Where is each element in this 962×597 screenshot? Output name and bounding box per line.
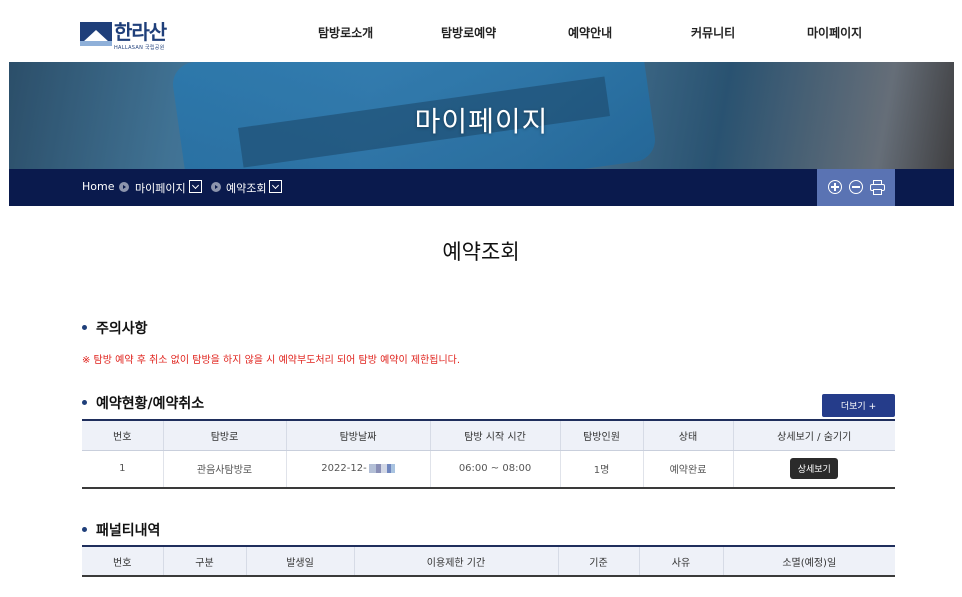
reservations-heading: 예약현황/예약취소	[82, 393, 204, 413]
nav-reservation-guide[interactable]: 예약안내	[568, 24, 612, 41]
notice-heading: 주의사항	[82, 318, 148, 338]
zoom-in-icon[interactable]	[828, 180, 843, 195]
col-date: 탐방날짜	[286, 420, 431, 451]
nav-trail-intro[interactable]: 탐방로소개	[318, 24, 373, 41]
col-detail: 상세보기 / 숨기기	[733, 420, 895, 451]
col-number: 번호	[82, 546, 164, 577]
table-header-row: 번호 구분 발생일 이용제한 기간 기준 사유 소멸(예정)일	[82, 546, 895, 577]
cell-people: 1명	[560, 450, 644, 488]
notice-heading-text: 주의사항	[96, 321, 148, 337]
col-criteria: 기준	[558, 546, 640, 577]
nav-community[interactable]: 커뮤니티	[691, 24, 735, 41]
reservations-table: 번호 탐방로 탐방날짜 탐방 시작 시간 탐방인원 상태 상세보기 / 숨기기 …	[82, 419, 895, 489]
cell-time: 06:00 ~ 08:00	[430, 450, 561, 488]
zoom-out-icon[interactable]	[849, 180, 864, 195]
col-category: 구분	[163, 546, 247, 577]
page-title: 예약조회	[442, 240, 520, 264]
col-status: 상태	[643, 420, 734, 451]
chevron-right-icon	[211, 182, 221, 192]
penalty-heading-text: 패널티내역	[96, 523, 161, 539]
view-details-button[interactable]: 상세보기	[790, 458, 839, 480]
page-tools	[817, 169, 895, 206]
banner-title: 마이페이지	[414, 105, 549, 138]
cell-status: 예약완료	[643, 450, 734, 488]
chevron-down-icon[interactable]	[269, 180, 282, 193]
cell-action: 상세보기	[733, 450, 895, 488]
col-people: 탐방인원	[560, 420, 644, 451]
bullet-icon	[82, 399, 87, 405]
penalty-table: 번호 구분 발생일 이용제한 기간 기준 사유 소멸(예정)일	[82, 545, 895, 577]
col-start-time: 탐방 시작 시간	[430, 420, 561, 451]
col-occurred-date: 발생일	[246, 546, 355, 577]
breadcrumb-mypage[interactable]: 마이페이지	[135, 180, 186, 196]
mypage-banner: 마이페이지	[9, 62, 954, 169]
col-expiry-date: 소멸(예정)일	[723, 546, 895, 577]
bullet-icon	[82, 324, 87, 330]
col-number: 번호	[82, 420, 164, 451]
breadcrumb-reservation-inquiry[interactable]: 예약조회	[226, 180, 266, 196]
col-restriction-period: 이용제한 기간	[354, 546, 559, 577]
more-button[interactable]: 더보기 +	[822, 394, 895, 417]
col-trail: 탐방로	[163, 420, 287, 451]
col-reason: 사유	[639, 546, 724, 577]
cell-date-text: 2022-12-	[321, 463, 367, 475]
nav-trail-reservation[interactable]: 탐방로예약	[441, 24, 496, 41]
logo-subtext: HALLASAN 국립공원	[114, 45, 165, 51]
breadcrumb-home[interactable]: Home	[82, 180, 114, 193]
bullet-icon	[82, 526, 87, 532]
redacted-mosaic	[368, 463, 395, 473]
breadcrumb: Home 마이페이지 예약조회	[9, 169, 954, 206]
reservations-heading-text: 예약현황/예약취소	[96, 396, 205, 412]
site-header: 한라산 HALLASAN 국립공원 탐방로소개 탐방로예약 예약안내 커뮤니티 …	[0, 0, 962, 62]
notice-text: ※ 탐방 예약 후 취소 없이 탐방을 하지 않을 시 예약부도처리 되어 탐방…	[82, 355, 461, 366]
table-header-row: 번호 탐방로 탐방날짜 탐방 시작 시간 탐방인원 상태 상세보기 / 숨기기	[82, 420, 895, 451]
main-nav: 탐방로소개 탐방로예약 예약안내 커뮤니티 마이페이지	[0, 24, 962, 42]
cell-number: 1	[82, 450, 164, 488]
penalty-heading: 패널티내역	[82, 520, 160, 540]
cell-date: 2022-12-	[286, 450, 431, 488]
nav-mypage[interactable]: 마이페이지	[807, 24, 862, 41]
chevron-right-icon	[119, 182, 129, 192]
chevron-down-icon[interactable]	[189, 180, 202, 193]
table-row: 1 관음사탐방로 2022-12- 06:00 ~ 08:00 1명 예약완료 …	[82, 450, 895, 488]
cell-trail: 관음사탐방로	[163, 450, 287, 488]
print-icon[interactable]	[870, 180, 885, 195]
